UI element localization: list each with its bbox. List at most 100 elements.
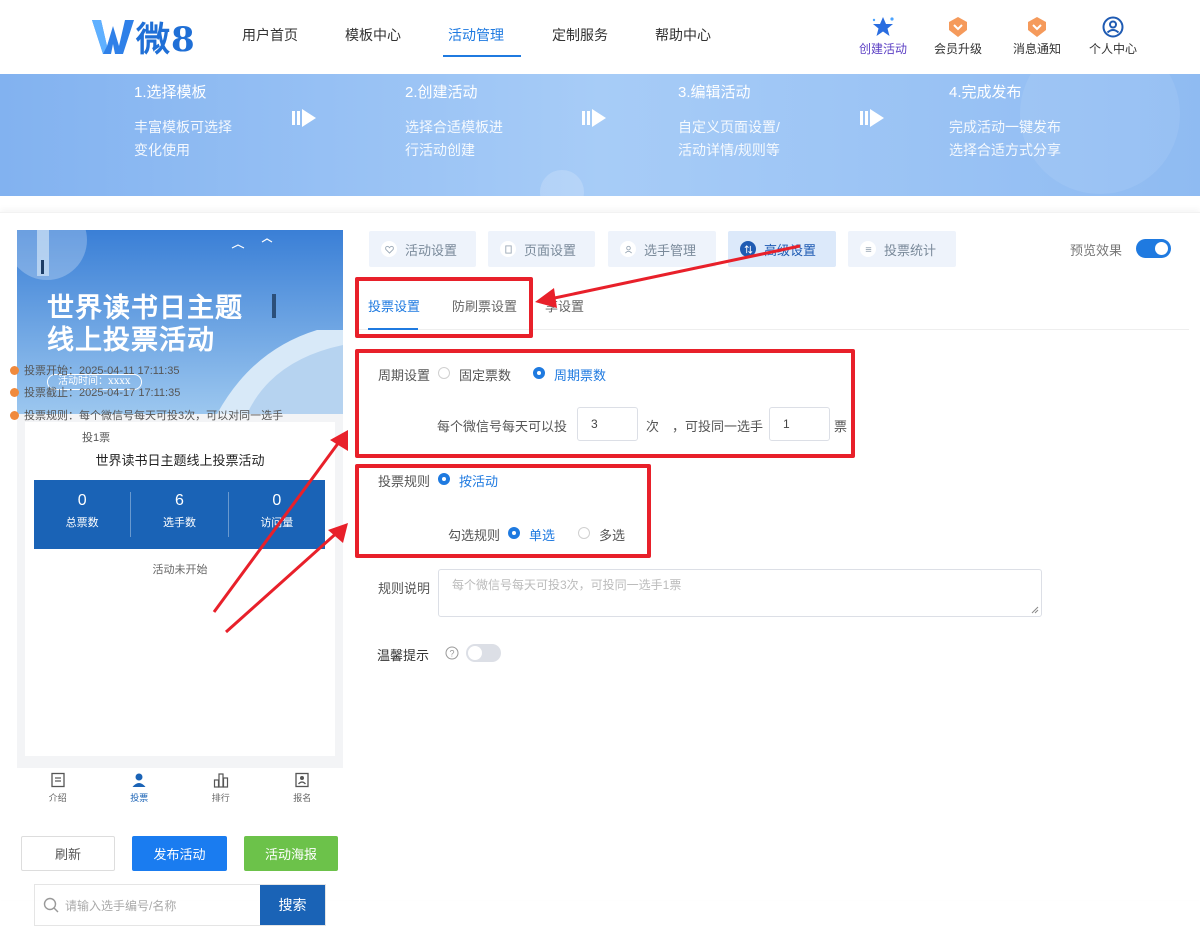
same-player-votes-input[interactable]: 1: [769, 407, 830, 441]
vote-start-info: 投票开始：2025-04-11 17:11:35: [10, 361, 180, 381]
subtab-active-underline: [368, 328, 418, 330]
votes-unit: 票: [834, 419, 848, 434]
toggle-knob: [468, 646, 482, 660]
tab-label: 排行: [211, 793, 230, 803]
vote-end-text: 投票截止：2025-04-17 17:11:35: [24, 387, 181, 399]
vote-start-text: 投票开始：2025-04-11 17:11:35: [24, 365, 180, 377]
tab-page-settings[interactable]: 页面设置: [488, 231, 595, 267]
subtab-share-settings[interactable]: 享设置: [545, 296, 584, 315]
stat-value: 0: [77, 492, 87, 509]
banner-decoration: [540, 170, 584, 196]
stat-players: 6 选手数: [131, 492, 229, 537]
fixed-votes-label[interactable]: 固定票数: [459, 365, 511, 384]
search-input[interactable]: 请输入选手编号/名称: [35, 885, 260, 925]
vote-rule-info: 投票规则：每个微信号每天可投3次，可以对同一选手: [10, 406, 283, 426]
tip-toggle[interactable]: [466, 644, 501, 662]
info-dot-icon: [10, 388, 19, 397]
player-search: 请输入选手编号/名称 搜索: [34, 884, 326, 926]
tab-player-management[interactable]: 选手管理: [608, 231, 716, 267]
preview-tabbar: 介绍 投票 排行 报名: [17, 768, 343, 810]
search-button[interactable]: 搜索: [260, 885, 325, 925]
nav-active-underline: [443, 55, 521, 57]
vote-rule-label: 投票规则: [378, 474, 431, 489]
step-desc: 完成活动一键发布: [949, 119, 1061, 135]
cycle-votes-label[interactable]: 周期票数: [554, 365, 606, 384]
list-icon: [860, 241, 876, 257]
subtab-anti-fraud-settings[interactable]: 防刷票设置: [452, 296, 517, 315]
info-dot-icon: [10, 366, 19, 375]
step-4: 4.完成发布 完成活动一键发布 选择合适方式分享: [949, 81, 1061, 162]
nav-custom-service[interactable]: 定制服务: [552, 25, 608, 45]
nav-user-home[interactable]: 用户首页: [242, 25, 298, 45]
cycle-setting-label: 周期设置: [378, 368, 431, 383]
radio-cycle-votes[interactable]: [533, 367, 545, 379]
info-dot-icon: [10, 411, 19, 420]
step-desc: 选择合适模板进: [405, 119, 503, 135]
refresh-button[interactable]: 刷新: [21, 836, 115, 871]
tab-activity-settings[interactable]: 活动设置: [369, 231, 476, 267]
radio-fixed-votes[interactable]: [438, 367, 450, 379]
create-activity-button[interactable]: 创建活动: [853, 16, 913, 57]
radio-by-activity[interactable]: [438, 473, 450, 485]
activity-poster-button[interactable]: 活动海报: [244, 836, 338, 871]
personal-center-label: 个人中心: [1088, 42, 1137, 56]
rule-desc-textarea[interactable]: 每个微信号每天可投3次，可投同一选手1票: [438, 569, 1042, 617]
rule-desc-placeholder: 每个微信号每天可投3次，可投同一选手1票: [452, 578, 682, 592]
create-activity-label: 创建活动: [858, 42, 907, 56]
logo-text: 微8: [136, 19, 196, 60]
nav-activity-management[interactable]: 活动管理: [448, 25, 504, 45]
daily-votes-input[interactable]: 3: [577, 407, 638, 441]
subtab-vote-settings[interactable]: 投票设置: [368, 296, 420, 315]
preview-toggle[interactable]: [1136, 239, 1171, 258]
member-upgrade-button[interactable]: 会员升级: [928, 16, 988, 57]
rule-desc-label: 规则说明: [378, 581, 431, 596]
resize-handle-icon[interactable]: [1031, 606, 1039, 614]
step-2: 2.创建活动 选择合适模板进 行活动创建: [405, 81, 503, 162]
select-rule-label: 勾选规则: [448, 528, 501, 543]
personal-center-button[interactable]: 个人中心: [1083, 16, 1143, 57]
tab-advanced-settings[interactable]: 高级设置: [728, 231, 836, 267]
radio-multi[interactable]: [578, 527, 590, 539]
vip-badge-icon: [949, 17, 967, 37]
tab-intro[interactable]: 介绍: [17, 768, 99, 810]
signup-icon: [295, 772, 309, 788]
stat-value: 6: [175, 492, 184, 509]
stat-label: 选手数: [162, 517, 196, 529]
sort-icon: [740, 241, 756, 257]
multi-select-label[interactable]: 多选: [599, 525, 625, 544]
svg-text:?: ?: [449, 649, 454, 659]
nav-template-center[interactable]: 模板中心: [345, 25, 401, 45]
star-icon: [872, 17, 894, 36]
publish-activity-button[interactable]: 发布活动: [132, 836, 227, 871]
tab-ranking[interactable]: 排行: [180, 768, 262, 810]
tab-label: 报名: [293, 793, 312, 803]
activity-card: 世界读书日主题线上投票活动 0 总票数 6 选手数 0 访问量 活动未开始 投票…: [10, 365, 335, 926]
help-question-icon[interactable]: ?: [445, 646, 459, 660]
ranking-icon: [213, 773, 228, 788]
step-arrow-icon: [860, 109, 884, 127]
subtab-divider: [355, 329, 1189, 330]
step-3: 3.编辑活动 自定义页面设置/ 活动详情/规则等: [678, 81, 780, 162]
activity-status: 活动未开始: [152, 564, 208, 576]
by-activity-label[interactable]: 按活动: [459, 471, 498, 490]
intro-icon: [51, 772, 65, 788]
step-title: 3.编辑活动: [678, 84, 751, 101]
nav-help-center[interactable]: 帮助中心: [655, 25, 711, 45]
tab-label: 页面设置: [524, 242, 577, 258]
tab-signup[interactable]: 报名: [262, 768, 344, 810]
toggle-knob: [1155, 242, 1168, 255]
stat-label: 总票数: [65, 517, 99, 529]
tab-vote[interactable]: 投票: [99, 768, 181, 810]
w-logo-icon: [92, 20, 134, 54]
message-notify-button[interactable]: 消息通知: [1007, 16, 1067, 57]
step-desc: 行活动创建: [405, 142, 475, 158]
stat-total-votes: 0 总票数: [34, 492, 132, 537]
message-notify-label: 消息通知: [1012, 42, 1061, 56]
radio-single[interactable]: [508, 527, 520, 539]
activity-name: 世界读书日主题线上投票活动: [95, 453, 265, 468]
user-icon: [620, 241, 636, 257]
single-select-label[interactable]: 单选: [529, 525, 555, 544]
step-arrow-icon: [582, 109, 606, 127]
brand-logo[interactable]: 微8: [92, 14, 196, 60]
tab-vote-statistics[interactable]: 投票统计: [848, 231, 956, 267]
